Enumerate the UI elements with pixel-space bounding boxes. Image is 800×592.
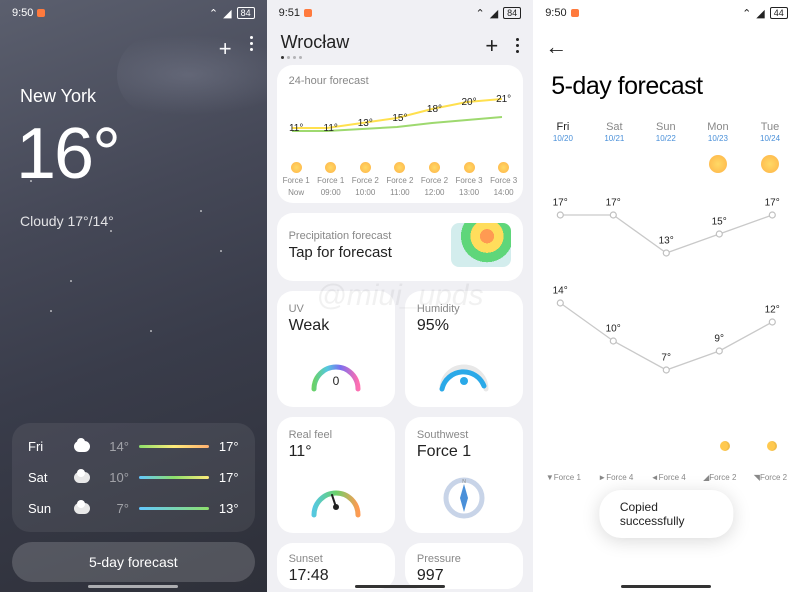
notif-icon	[571, 9, 579, 17]
home-indicator[interactable]	[355, 585, 445, 588]
day-row: Sat 10° 17°	[26, 462, 241, 493]
condition-label: Cloudy 17°/14°	[0, 201, 267, 241]
partly-cloudy-night-icon	[665, 441, 683, 459]
rain-icon	[74, 503, 90, 514]
city-label: Wrocław	[281, 32, 350, 53]
toast: Copied successfully	[600, 490, 733, 538]
home-indicator[interactable]	[621, 585, 711, 588]
status-bar: 9:50 ⌃◢84	[0, 0, 267, 26]
night-icons-row	[533, 433, 800, 467]
sun-icon	[709, 155, 727, 173]
weather-detail-screen: 9:51 ⌃◢84 Wrocław + 24-hour forecast 11°…	[267, 0, 534, 592]
realfeel-card[interactable]: Real feel 11°	[277, 417, 395, 533]
hourly-forecast-card[interactable]: 24-hour forecast 11°Force 1Now11°Force 1…	[277, 65, 524, 203]
cloud-icon	[554, 155, 572, 173]
uv-gauge-icon: 0	[308, 355, 364, 395]
wifi-icon: ⌃	[209, 7, 218, 20]
status-bar: 9:51 ⌃◢84	[267, 0, 534, 26]
wind-card[interactable]: Southwest Force 1 N	[405, 417, 523, 533]
rain-icon	[556, 441, 574, 459]
current-temp: 16°	[0, 107, 267, 201]
five-day-button[interactable]: 5-day forecast	[12, 542, 255, 582]
partly-cloudy-icon	[74, 441, 90, 452]
add-city-button[interactable]: +	[485, 33, 498, 59]
sunset-card[interactable]: Sunset 17:48	[277, 543, 395, 589]
page-dots	[281, 56, 350, 59]
pressure-card[interactable]: Pressure 997	[405, 543, 523, 589]
rain-icon	[606, 155, 624, 173]
svg-text:0: 0	[332, 374, 339, 388]
page-title: 5-day forecast	[533, 68, 800, 121]
partly-cloudy-icon	[657, 155, 675, 173]
moon-icon	[767, 441, 777, 451]
precipitation-card[interactable]: Precipitation forecast Tap for forecast	[277, 213, 524, 281]
notif-icon	[37, 9, 45, 17]
daily-summary-card[interactable]: Fri 14° 17° Sat 10° 17° Sun 7° 13°	[12, 423, 255, 532]
cloud-decoration	[117, 35, 267, 115]
uv-card[interactable]: UV Weak 0	[277, 291, 395, 407]
compass-icon: N	[439, 473, 489, 523]
svg-text:N: N	[462, 479, 466, 485]
day-row: Fri 14° 17°	[26, 431, 241, 462]
moon-icon	[720, 441, 730, 451]
five-day-screen: 9:50 ⌃◢44 ← 5-day forecast Fri10/20 Sat1…	[533, 0, 800, 592]
sun-icon	[761, 155, 779, 173]
menu-button[interactable]	[516, 38, 519, 53]
humidity-gauge-icon	[436, 355, 492, 395]
radar-thumbnail	[451, 223, 511, 267]
day-icons-row	[533, 147, 800, 181]
wind-row: ▼Force 1►Force 4◄Force 4◢Force 2◥Force 2	[533, 467, 800, 488]
partly-cloudy-night-icon	[611, 441, 629, 459]
rain-icon	[74, 472, 90, 483]
signal-icon: ◢	[223, 7, 231, 20]
realfeel-gauge-icon	[308, 481, 364, 521]
home-indicator[interactable]	[88, 585, 178, 588]
back-button[interactable]: ←	[533, 26, 800, 68]
weather-home-screen: 9:50 ⌃◢84 + New York 16° Cloudy 17°/14° …	[0, 0, 267, 592]
temp-chart: 17° 17° 13° 15° 17° 14° 10° 7° 9° 12°	[533, 187, 800, 427]
notif-icon	[304, 9, 312, 17]
day-row: Sun 7° 13°	[26, 493, 241, 524]
status-bar: 9:50 ⌃◢44	[533, 0, 800, 26]
humidity-card[interactable]: Humidity 95%	[405, 291, 523, 407]
day-headers: Fri10/20 Sat10/21 Sun10/22 Mon10/23 Tue1…	[533, 121, 800, 147]
